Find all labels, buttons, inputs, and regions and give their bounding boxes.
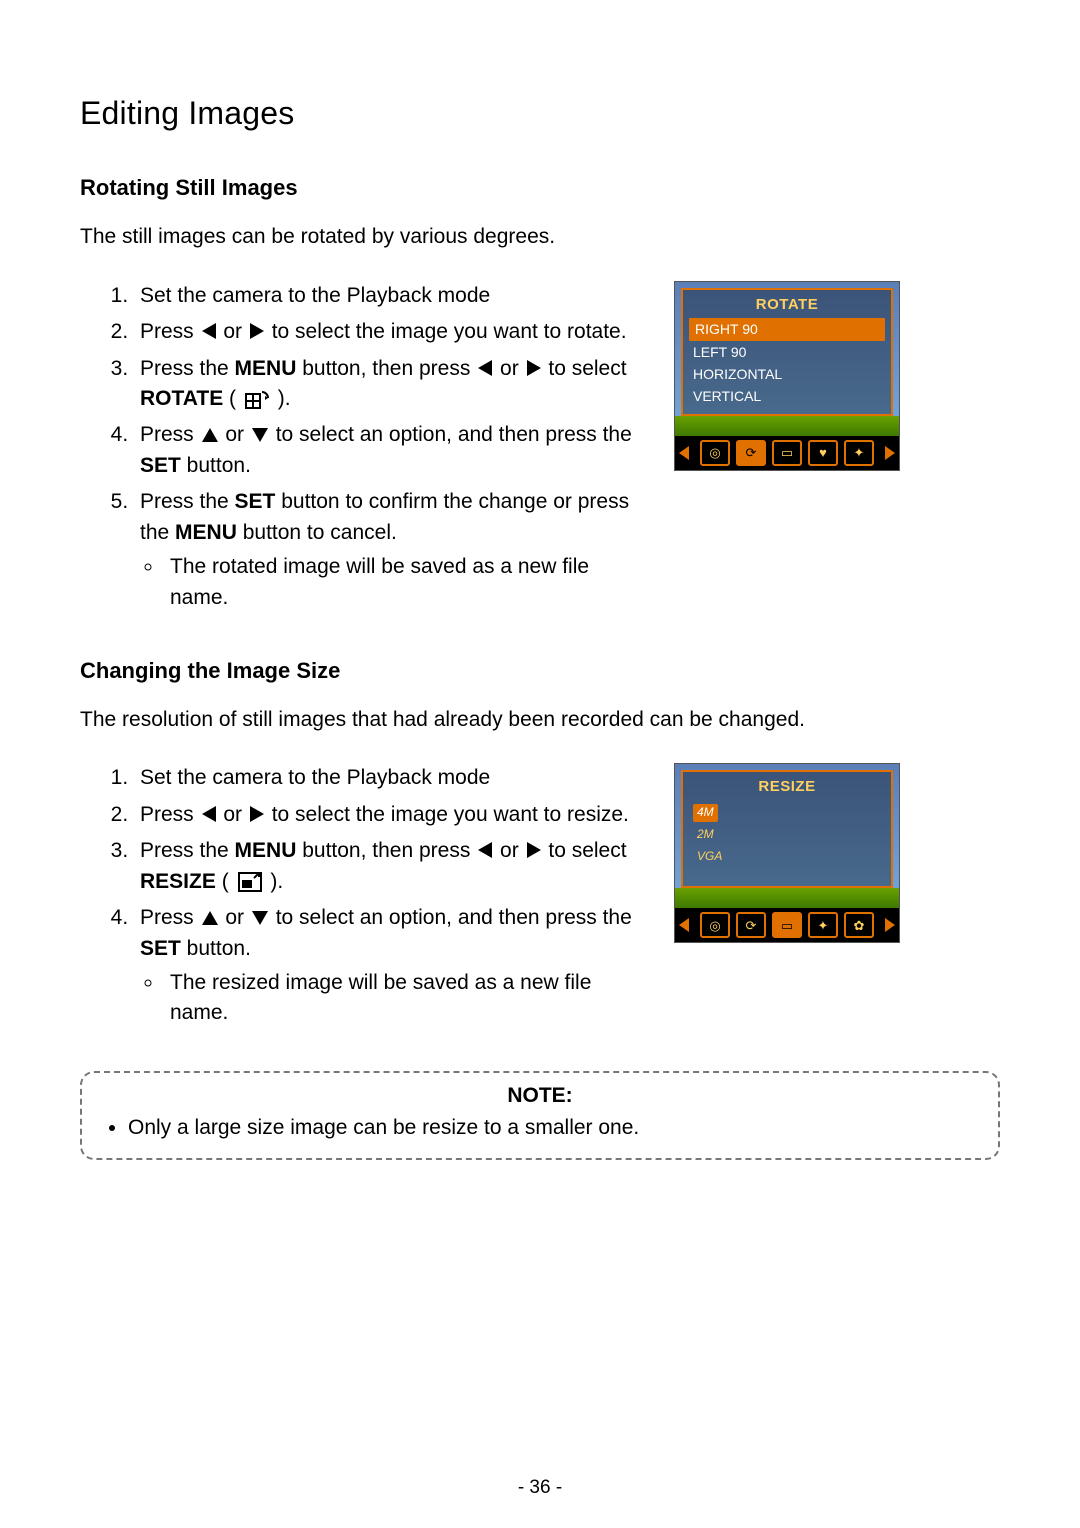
lcd-rotate-screenshot: ROTATE RIGHT 90 LEFT 90 HORIZONTAL VERTI… bbox=[674, 281, 900, 471]
arrow-left-icon bbox=[202, 806, 216, 822]
step-item: Press the SET button to confirm the chan… bbox=[134, 487, 650, 613]
step-bullet: The rotated image will be saved as a new… bbox=[164, 552, 650, 613]
step-item: Press or to select an option, and then p… bbox=[134, 420, 650, 481]
arrow-down-icon bbox=[252, 428, 268, 442]
toolbar-prev-icon bbox=[679, 446, 689, 460]
arrow-left-icon bbox=[202, 323, 216, 339]
toolbar-rotate-icon: ⟳ bbox=[736, 912, 766, 938]
lcd-menu-item: 2M bbox=[693, 826, 718, 843]
toolbar-next-icon bbox=[885, 918, 895, 932]
section-heading-resize: Changing the Image Size bbox=[80, 655, 1000, 687]
page-number: - 36 - bbox=[0, 1474, 1080, 1502]
arrow-up-icon bbox=[202, 911, 218, 925]
toolbar-resize-icon: ▭ bbox=[772, 912, 802, 938]
arrow-down-icon bbox=[252, 911, 268, 925]
lcd-menu-box: RESIZE 4M 2M VGA bbox=[681, 770, 893, 888]
toolbar-effect-icon: ✦ bbox=[808, 912, 838, 938]
arrow-right-icon bbox=[527, 842, 541, 858]
lcd-toolbar: ◎ ⟳ ▭ ♥ ✦ bbox=[675, 436, 899, 470]
lcd-menu-item: RIGHT 90 bbox=[689, 318, 885, 340]
step-item: Press or to select the image you want to… bbox=[134, 317, 650, 347]
lcd-menu-title: ROTATE bbox=[683, 294, 891, 316]
step-item: Press or to select the image you want to… bbox=[134, 800, 650, 830]
lcd-menu-item: LEFT 90 bbox=[683, 341, 891, 363]
arrow-right-icon bbox=[527, 360, 541, 376]
lcd-menu-item: VGA bbox=[693, 848, 726, 865]
page-title: Editing Images bbox=[80, 90, 1000, 136]
lcd-menu-item: 4M bbox=[693, 804, 718, 821]
lcd-resize-screenshot: RESIZE 4M 2M VGA ◎ ⟳ ▭ ✦ ✿ bbox=[674, 763, 900, 943]
note-bullet: Only a large size image can be resize to… bbox=[128, 1113, 978, 1143]
lcd-menu-item: VERTICAL bbox=[683, 385, 891, 407]
step-item: Set the camera to the Playback mode bbox=[134, 281, 650, 311]
toolbar-resize-icon: ▭ bbox=[772, 440, 802, 466]
section-intro-resize: The resolution of still images that had … bbox=[80, 705, 1000, 735]
rotate-icon bbox=[244, 388, 270, 410]
lcd-menu-box: ROTATE RIGHT 90 LEFT 90 HORIZONTAL VERTI… bbox=[681, 288, 893, 416]
step-item: Press or to select an option, and then p… bbox=[134, 903, 650, 1029]
steps-resize: Set the camera to the Playback mode Pres… bbox=[80, 763, 650, 1029]
arrow-left-icon bbox=[478, 842, 492, 858]
toolbar-prev-icon bbox=[679, 918, 689, 932]
arrow-left-icon bbox=[478, 360, 492, 376]
steps-rotate: Set the camera to the Playback mode Pres… bbox=[80, 281, 650, 613]
toolbar-rotate-icon: ⟳ bbox=[736, 440, 766, 466]
section-intro-rotate: The still images can be rotated by vario… bbox=[80, 222, 1000, 252]
lcd-menu-item: HORIZONTAL bbox=[683, 363, 891, 385]
toolbar-next-icon bbox=[885, 446, 895, 460]
toolbar-slideshow-icon: ◎ bbox=[700, 440, 730, 466]
step-bullet: The resized image will be saved as a new… bbox=[164, 968, 650, 1029]
note-title: NOTE: bbox=[102, 1081, 978, 1111]
toolbar-sticker-icon: ♥ bbox=[808, 440, 838, 466]
arrow-right-icon bbox=[250, 806, 264, 822]
arrow-up-icon bbox=[202, 428, 218, 442]
step-item: Set the camera to the Playback mode bbox=[134, 763, 650, 793]
resize-icon bbox=[237, 871, 263, 893]
step-item: Press the MENU button, then press or to … bbox=[134, 836, 650, 897]
lcd-menu-title: RESIZE bbox=[683, 776, 891, 798]
lcd-toolbar: ◎ ⟳ ▭ ✦ ✿ bbox=[675, 908, 899, 942]
toolbar-effect-icon: ✦ bbox=[844, 440, 874, 466]
step-item: Press the MENU button, then press or to … bbox=[134, 354, 650, 415]
toolbar-other-icon: ✿ bbox=[844, 912, 874, 938]
section-heading-rotate: Rotating Still Images bbox=[80, 172, 1000, 204]
toolbar-slideshow-icon: ◎ bbox=[700, 912, 730, 938]
note-callout: NOTE: Only a large size image can be res… bbox=[80, 1071, 1000, 1160]
arrow-right-icon bbox=[250, 323, 264, 339]
